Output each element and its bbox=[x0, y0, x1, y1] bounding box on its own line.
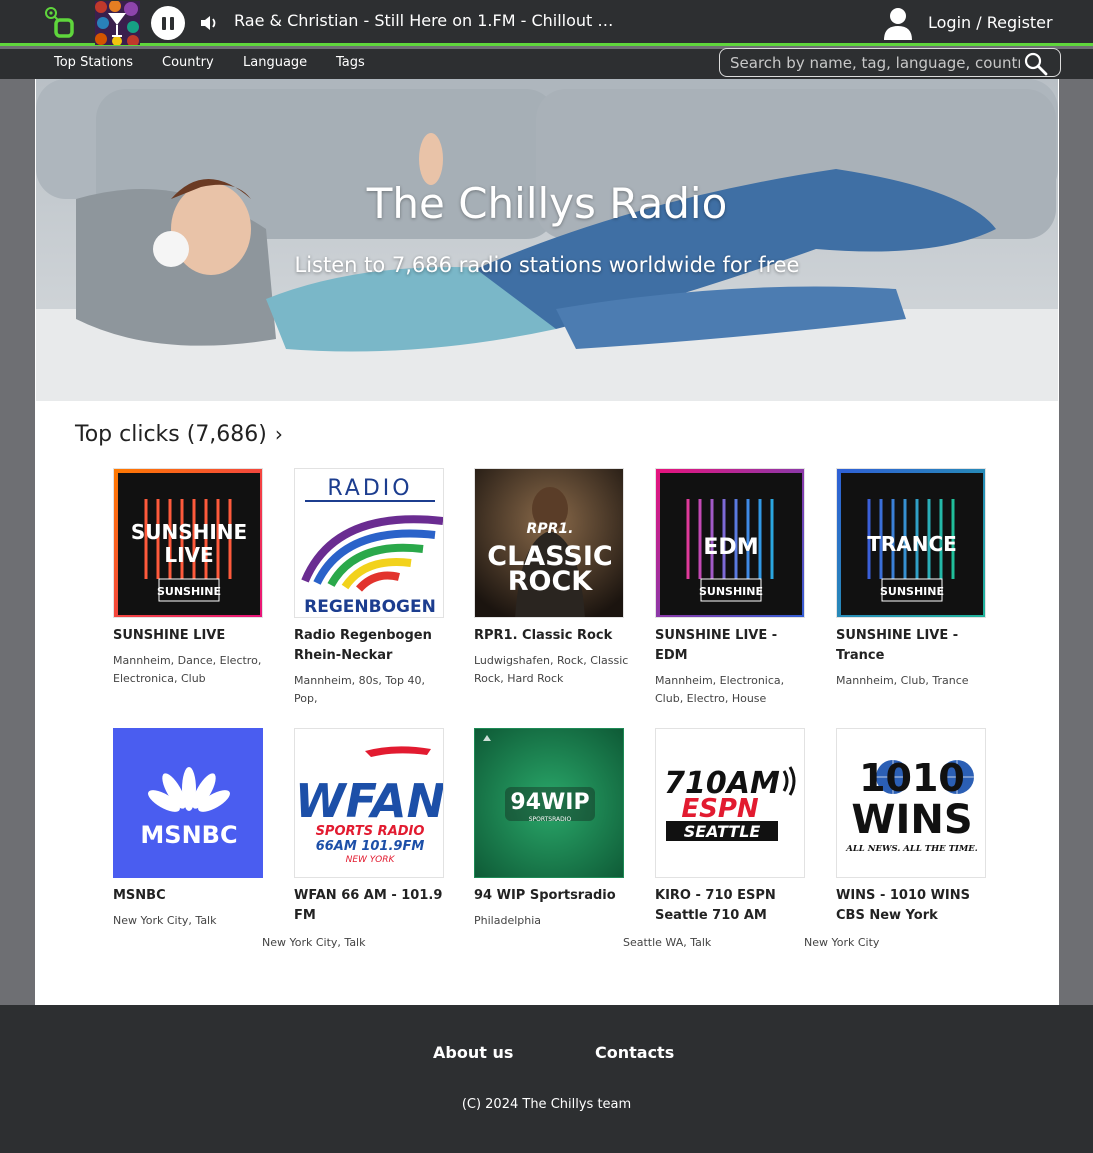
pause-button[interactable] bbox=[151, 6, 185, 40]
logo-text: TRANCE bbox=[867, 532, 957, 556]
station-name[interactable]: SUNSHINE LIVE - EDM bbox=[655, 626, 805, 666]
station-name[interactable]: RPR1. Classic Rock bbox=[474, 626, 624, 646]
station-logo: 710AM ESPN SEATTLE bbox=[655, 728, 805, 878]
hero-image bbox=[36, 79, 1058, 401]
footer: About us Contacts (C) 2024 The Chillys t… bbox=[0, 1005, 1093, 1153]
station-tags: New York City, Talk bbox=[262, 936, 366, 949]
logo-brand-text: SUNSHINE bbox=[699, 585, 763, 598]
top-clicks-title: Top clicks (7,686) bbox=[75, 422, 267, 447]
station-card[interactable]: TRANCE SUNSHINE SUNSHINE LIVE - Trance M… bbox=[836, 468, 991, 690]
logo-brand-text: SUNSHINE bbox=[880, 585, 944, 598]
logo-text: RPR1. bbox=[527, 521, 574, 537]
logo-text: RADIO bbox=[327, 476, 412, 501]
station-name[interactable]: WFAN 66 AM - 101.9 FM bbox=[294, 886, 444, 926]
station-card[interactable]: 1010 WINS ALL NEWS. ALL THE TIME. WINS -… bbox=[836, 728, 991, 926]
logo-text: SEATTLE bbox=[684, 822, 761, 841]
station-logo: 1010 WINS ALL NEWS. ALL THE TIME. bbox=[836, 728, 986, 878]
station-logo: 94WIP SPORTSRADIO bbox=[474, 728, 624, 878]
logo-text: LIVE bbox=[164, 543, 213, 567]
station-name[interactable]: Radio Regenbogen Rhein-Neckar bbox=[294, 626, 444, 666]
chevron-right-icon: › bbox=[274, 422, 283, 446]
station-logo: WFAN SPORTS RADIO 66AM 101.9FM NEW YORK bbox=[294, 728, 444, 878]
now-playing-artwork bbox=[95, 1, 140, 45]
station-tags: Ludwigshafen, Rock, Classic Rock, Hard R… bbox=[474, 654, 629, 685]
nav-top-stations[interactable]: Top Stations bbox=[54, 55, 133, 70]
station-logo: TRANCE SUNSHINE bbox=[836, 468, 986, 618]
logo-text: ESPN bbox=[681, 794, 759, 824]
station-card[interactable]: RPR1. CLASSIC ROCK RPR1. Classic Rock Lu… bbox=[474, 468, 629, 688]
content-panel: The Chillys Radio Listen to 7,686 radio … bbox=[35, 79, 1059, 1005]
station-tags: Mannheim, Dance, Electro, Electronica, C… bbox=[113, 654, 262, 685]
volume-icon[interactable] bbox=[199, 14, 219, 32]
hero-banner: The Chillys Radio Listen to 7,686 radio … bbox=[36, 79, 1058, 401]
logo-text: 66AM 101.9FM bbox=[316, 839, 425, 854]
station-tags: Mannheim, Club, Trance bbox=[836, 674, 969, 687]
logo-text: SUNSHINE bbox=[131, 520, 247, 544]
station-logo: EDM SUNSHINE bbox=[655, 468, 805, 618]
logo-text: ALL NEWS. ALL THE TIME. bbox=[845, 844, 978, 854]
station-name[interactable]: KIRO - 710 ESPN Seattle 710 AM bbox=[655, 886, 805, 926]
hero-subtitle: Listen to 7,686 radio stations worldwide… bbox=[294, 253, 800, 277]
logo-text: SPORTSRADIO bbox=[529, 816, 572, 823]
station-card[interactable]: MSNBC MSNBC New York City, Talk bbox=[113, 728, 268, 930]
station-card[interactable]: 710AM ESPN SEATTLE KIRO - 710 ESPN Seatt… bbox=[655, 728, 810, 926]
logo-text: MSNBC bbox=[140, 821, 237, 849]
pause-icon bbox=[162, 16, 166, 30]
station-tags: Philadelphia bbox=[474, 914, 542, 927]
station-name[interactable]: 94 WIP Sportsradio bbox=[474, 886, 624, 906]
station-name[interactable]: SUNSHINE LIVE bbox=[113, 626, 263, 646]
station-card[interactable]: EDM SUNSHINE SUNSHINE LIVE - EDM Mannhei… bbox=[655, 468, 810, 708]
logo-text: REGENBOGEN bbox=[304, 597, 436, 617]
logo-text: ROCK bbox=[508, 566, 594, 597]
station-tags: Seattle WA, Talk bbox=[623, 936, 712, 949]
hero-title: The Chillys Radio bbox=[366, 179, 728, 228]
logo-text: WFAN bbox=[295, 774, 444, 828]
station-card[interactable]: 94WIP SPORTSRADIO 94 WIP Sportsradio Phi… bbox=[474, 728, 629, 930]
station-logo: RPR1. CLASSIC ROCK bbox=[474, 468, 624, 618]
search-icon[interactable] bbox=[1024, 52, 1048, 76]
nav-country[interactable]: Country bbox=[162, 55, 214, 70]
logo-text: SPORTS RADIO bbox=[316, 824, 425, 839]
station-card[interactable]: RADIO REGENBOGEN Radio Regenbogen Rhein-… bbox=[294, 468, 449, 708]
station-logo: RADIO REGENBOGEN bbox=[294, 468, 444, 618]
copyright-text: (C) 2024 The Chillys team bbox=[461, 1097, 632, 1112]
station-tags: Mannheim, Electronica, Club, Electro, Ho… bbox=[655, 674, 785, 705]
search-input[interactable] bbox=[730, 52, 1020, 74]
logo-brand-text: SUNSHINE bbox=[157, 585, 221, 598]
station-card[interactable]: SUNSHINE LIVE SUNSHINE SUNSHINE LIVE Man… bbox=[113, 468, 268, 688]
now-playing-title: Rae & Christian - Still Here on 1.FM - C… bbox=[234, 11, 614, 30]
logo-text: WINS bbox=[851, 797, 972, 843]
about-us-link[interactable]: About us bbox=[433, 1043, 513, 1062]
logo-text: 94WIP bbox=[510, 790, 589, 815]
login-register-link[interactable]: Login / Register bbox=[928, 13, 1053, 32]
logo-text: 1010 bbox=[859, 756, 965, 800]
station-card[interactable]: WFAN SPORTS RADIO 66AM 101.9FM NEW YORK … bbox=[294, 728, 449, 926]
contacts-link[interactable]: Contacts bbox=[595, 1043, 674, 1062]
station-logo: MSNBC bbox=[113, 728, 263, 878]
station-logo: SUNSHINE LIVE SUNSHINE bbox=[113, 468, 263, 618]
station-tags: Mannheim, 80s, Top 40, Pop, bbox=[294, 674, 425, 705]
station-name[interactable]: MSNBC bbox=[113, 886, 263, 906]
station-tags: New York City bbox=[804, 936, 880, 949]
search-box bbox=[719, 48, 1061, 77]
user-icon[interactable] bbox=[883, 6, 913, 40]
station-tags: New York City, Talk bbox=[113, 914, 217, 927]
nav-language[interactable]: Language bbox=[243, 55, 307, 70]
player-bar: Rae & Christian - Still Here on 1.FM - C… bbox=[0, 0, 1093, 46]
top-clicks-heading[interactable]: Top clicks (7,686) › bbox=[75, 422, 283, 447]
station-name[interactable]: WINS - 1010 WINS CBS New York bbox=[836, 886, 986, 926]
logo-text: EDM bbox=[703, 535, 758, 560]
station-name[interactable]: SUNSHINE LIVE - Trance bbox=[836, 626, 986, 666]
logo-text: NEW YORK bbox=[346, 855, 396, 865]
nav-tags[interactable]: Tags bbox=[336, 55, 365, 70]
chillys-logo-icon[interactable] bbox=[44, 6, 80, 40]
